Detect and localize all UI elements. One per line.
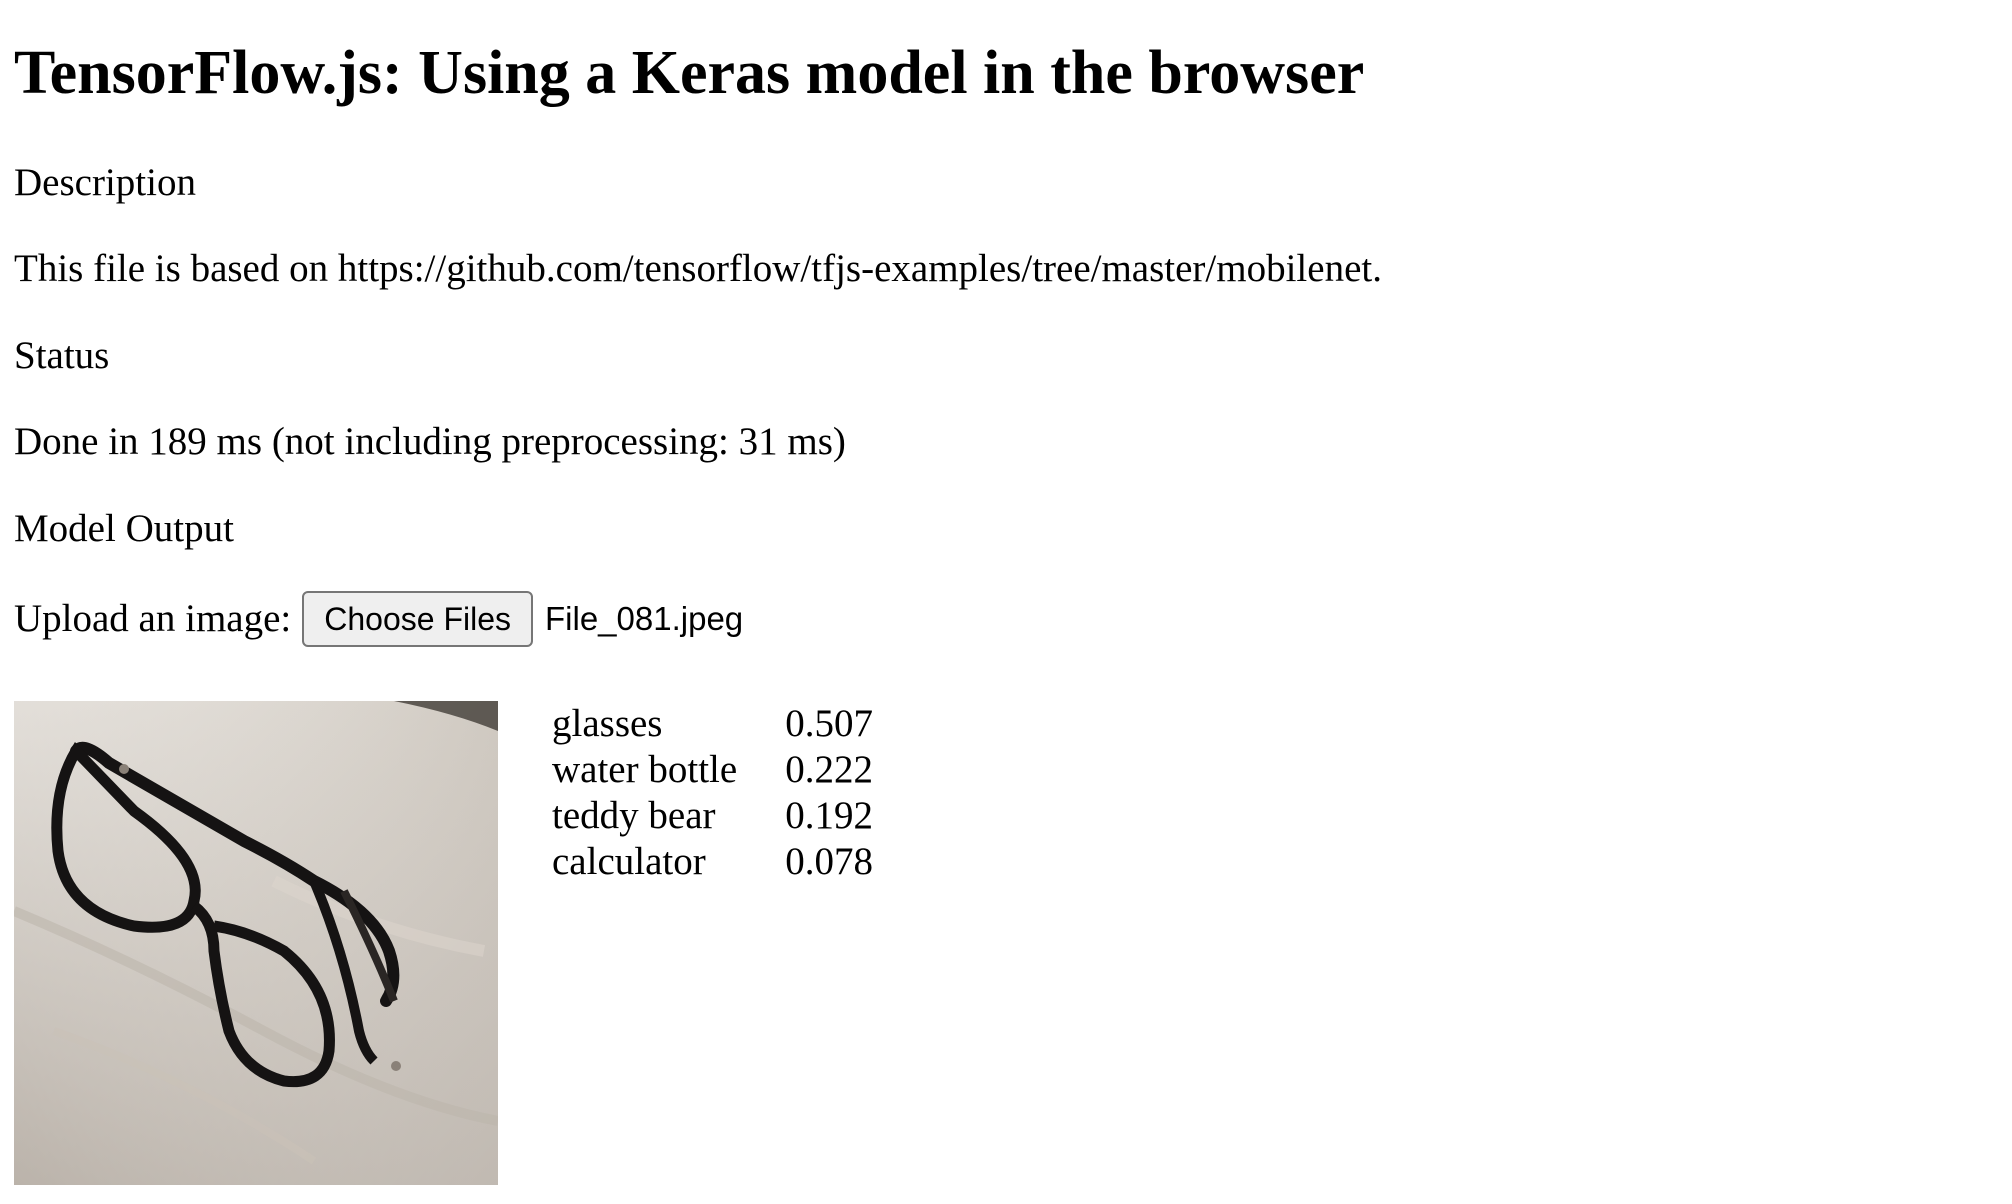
prediction-row: glasses 0.507 — [548, 701, 877, 747]
predictions-table: glasses 0.507 water bottle 0.222 teddy bear 0… — [544, 701, 881, 885]
uploaded-image-preview — [14, 701, 498, 1185]
choose-files-button[interactable]: Choose Files — [302, 591, 533, 647]
page-title: TensorFlow.js: Using a Keras model in th… — [14, 39, 1365, 107]
prediction-label: calculator — [552, 840, 706, 883]
prediction-label: glasses — [552, 702, 663, 745]
description-text: This file is based on https://github.com… — [14, 247, 1382, 290]
selected-file-name: File_081.jpeg — [545, 600, 744, 637]
prediction-label: water bottle — [552, 748, 738, 791]
prediction-row: teddy bear 0.192 — [548, 793, 877, 839]
status-text: Done in 189 ms (not including preprocess… — [14, 420, 846, 463]
prediction-row: water bottle 0.222 — [548, 747, 877, 793]
prediction-row: calculator 0.078 — [548, 839, 877, 885]
prediction-score: 0.222 — [785, 748, 873, 791]
upload-row: Upload an image: Choose Files File_081.j… — [14, 591, 743, 647]
prediction-score: 0.192 — [785, 794, 873, 837]
prediction-result: glasses 0.507 water bottle 0.222 teddy bear 0… — [14, 701, 881, 1185]
prediction-label: teddy bear — [552, 794, 716, 837]
prediction-score: 0.078 — [785, 840, 873, 883]
description-heading: Description — [14, 161, 196, 204]
prediction-score: 0.507 — [785, 702, 873, 745]
model-output-heading: Model Output — [14, 507, 234, 550]
status-heading: Status — [14, 334, 110, 377]
upload-label: Upload an image: — [14, 597, 292, 640]
